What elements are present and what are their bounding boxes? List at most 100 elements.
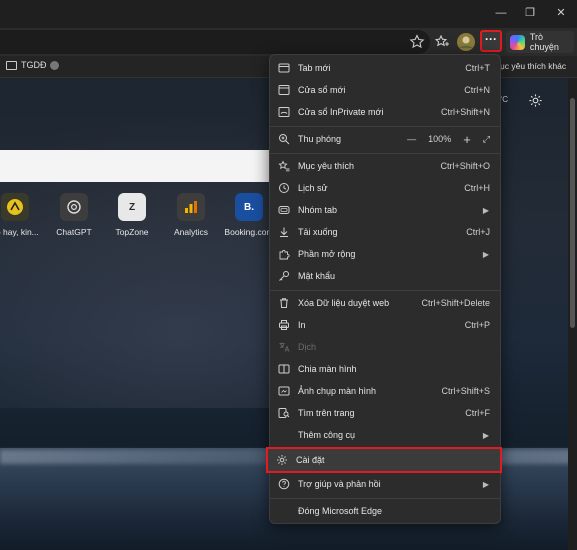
web-search-box[interactable]: [0, 150, 300, 182]
menu-label: Chia màn hình: [298, 364, 357, 374]
maximize-button[interactable]: ❐: [517, 4, 543, 22]
menu-label: Thêm công cụ: [298, 430, 356, 440]
menu-item-history[interactable]: Lịch sử Ctrl+H: [272, 177, 498, 199]
favorite-star-icon[interactable]: [408, 33, 426, 51]
scrollbar-thumb[interactable]: [570, 98, 575, 328]
menu-label: Thu phóng: [298, 134, 342, 144]
zoom-controls: — 100% + ⤢: [407, 132, 490, 147]
menu-item-clear-browsing-data[interactable]: Xóa Dữ liệu duyệt web Ctrl+Shift+Delete: [272, 292, 498, 314]
close-edge-spacer: [278, 505, 290, 517]
menu-separator: [270, 153, 500, 154]
address-bar[interactable]: [0, 30, 430, 54]
browser-toolbar: ··· Trò chuyện: [0, 28, 577, 56]
quick-link-label: ChatGPT: [56, 227, 92, 237]
menu-label: Cửa sổ InPrivate mới: [298, 107, 384, 117]
page-scrollbar[interactable]: [568, 78, 577, 550]
quick-link-tile[interactable]: Z TopZone: [101, 193, 163, 237]
favorites-icon: [278, 160, 290, 172]
folder-icon: [6, 60, 17, 70]
quick-link-icon: [1, 193, 29, 221]
favorites-folder-label: TGDĐ: [21, 60, 47, 70]
page-settings-gear-icon[interactable]: [528, 93, 543, 108]
quick-link-label: ao hay, kin...: [0, 227, 39, 237]
settings-and-more-button[interactable]: ···: [480, 30, 502, 52]
menu-label: Mục yêu thích: [298, 161, 355, 171]
printer-icon: [279, 320, 289, 330]
menu-label: Xóa Dữ liệu duyệt web: [298, 298, 390, 308]
gear-icon: [277, 455, 287, 465]
favorites-folder-tgdd[interactable]: TGDĐ: [6, 60, 59, 70]
quick-link-tile[interactable]: Analytics: [160, 193, 222, 237]
menu-shortcut: Ctrl+F: [465, 408, 490, 418]
menu-item-tab-groups[interactable]: Nhóm tab ▶: [272, 199, 498, 221]
analytics-icon: [177, 193, 205, 221]
menu-label: Lịch sử: [298, 183, 328, 193]
menu-item-favorites[interactable]: Mục yêu thích Ctrl+Shift+O: [272, 155, 498, 177]
chatgpt-icon: [60, 193, 88, 221]
quick-link-tile[interactable]: ao hay, kin...: [0, 193, 46, 237]
other-favorites-link[interactable]: ục yêu thích khác: [500, 61, 566, 71]
menu-item-passwords[interactable]: Mật khẩu: [272, 265, 498, 287]
quick-link-label: Analytics: [173, 227, 208, 237]
minimize-button[interactable]: —: [488, 4, 514, 22]
menu-separator: [270, 498, 500, 499]
close-window-button[interactable]: ✕: [548, 4, 574, 22]
copilot-chat-button[interactable]: Trò chuyện: [506, 31, 574, 53]
key-icon: [279, 271, 289, 281]
favorites-collection-icon[interactable]: [433, 33, 451, 51]
menu-shortcut: Ctrl+J: [466, 227, 490, 237]
full-screen-button[interactable]: ⤢: [483, 134, 490, 145]
screenshot-icon: [278, 386, 290, 396]
chat-label: Trò chuyện: [529, 32, 559, 52]
menu-item-new-window[interactable]: Cửa sổ mới Ctrl+N: [272, 79, 498, 101]
submenu-arrow-icon: ▶: [482, 249, 489, 259]
menu-label: Tải xuống: [298, 227, 338, 237]
menu-label: Trợ giúp và phản hồi: [298, 479, 381, 489]
menu-item-extensions[interactable]: Phần mở rộng ▶: [272, 243, 498, 265]
menu-item-screenshot[interactable]: Ảnh chụp màn hình Ctrl+Shift+S: [272, 380, 498, 402]
menu-item-find-on-page[interactable]: Tìm trên trang Ctrl+F: [272, 402, 498, 424]
zoom-icon: [279, 134, 290, 145]
zoom-out-button[interactable]: —: [407, 134, 416, 144]
more-tools-spacer: [278, 429, 290, 441]
download-icon: [280, 227, 288, 237]
menu-item-more-tools[interactable]: Thêm công cụ ▶: [272, 424, 498, 446]
menu-item-split-screen[interactable]: Chia màn hình: [272, 358, 498, 380]
new-tab-icon: [278, 63, 290, 73]
profile-avatar-icon[interactable]: [456, 32, 476, 52]
topzone-icon: Z: [118, 193, 146, 221]
menu-shortcut: Ctrl+P: [464, 320, 490, 330]
menu-item-new-inprivate[interactable]: Cửa sổ InPrivate mới Ctrl+Shift+N: [272, 101, 498, 123]
menu-label: In: [298, 320, 306, 330]
menu-item-new-tab[interactable]: Tab mới Ctrl+T: [272, 57, 498, 79]
translate-icon: [279, 342, 290, 352]
menu-label: Nhóm tab: [298, 205, 338, 215]
zoom-in-button[interactable]: +: [463, 132, 471, 147]
new-window-icon: [278, 85, 290, 95]
menu-shortcut: Ctrl+H: [464, 183, 490, 193]
title-bar: — ❐ ✕: [0, 0, 577, 28]
menu-label: Đóng Microsoft Edge: [298, 506, 383, 516]
menu-item-close-edge[interactable]: Đóng Microsoft Edge: [272, 500, 498, 522]
history-icon: [279, 183, 289, 193]
menu-shortcut: Ctrl+Shift+S: [441, 386, 490, 396]
quick-link-tile[interactable]: ChatGPT: [43, 193, 105, 237]
submenu-arrow-icon: ▶: [482, 205, 489, 215]
copilot-logo-icon: [510, 34, 525, 50]
booking-icon: B.: [235, 193, 263, 221]
menu-shortcut: Ctrl+Shift+Delete: [421, 298, 490, 308]
menu-separator: [270, 126, 500, 127]
menu-shortcut: Ctrl+Shift+N: [440, 107, 490, 117]
extensions-puzzle-icon: [279, 249, 290, 260]
menu-label: Tab mới: [298, 63, 331, 73]
menu-label: Cửa sổ mới: [298, 85, 346, 95]
menu-item-downloads[interactable]: Tải xuống Ctrl+J: [272, 221, 498, 243]
tab-groups-icon: [278, 206, 290, 214]
menu-shortcut: Ctrl+T: [465, 63, 490, 73]
folder-badge: [49, 60, 59, 70]
submenu-arrow-icon: ▶: [482, 479, 489, 489]
menu-item-translate: Dịch: [272, 336, 498, 358]
menu-item-help-feedback[interactable]: Trợ giúp và phản hồi ▶: [272, 473, 498, 495]
menu-item-print[interactable]: In Ctrl+P: [272, 314, 498, 336]
menu-item-settings[interactable]: Cài đặt: [266, 447, 502, 473]
